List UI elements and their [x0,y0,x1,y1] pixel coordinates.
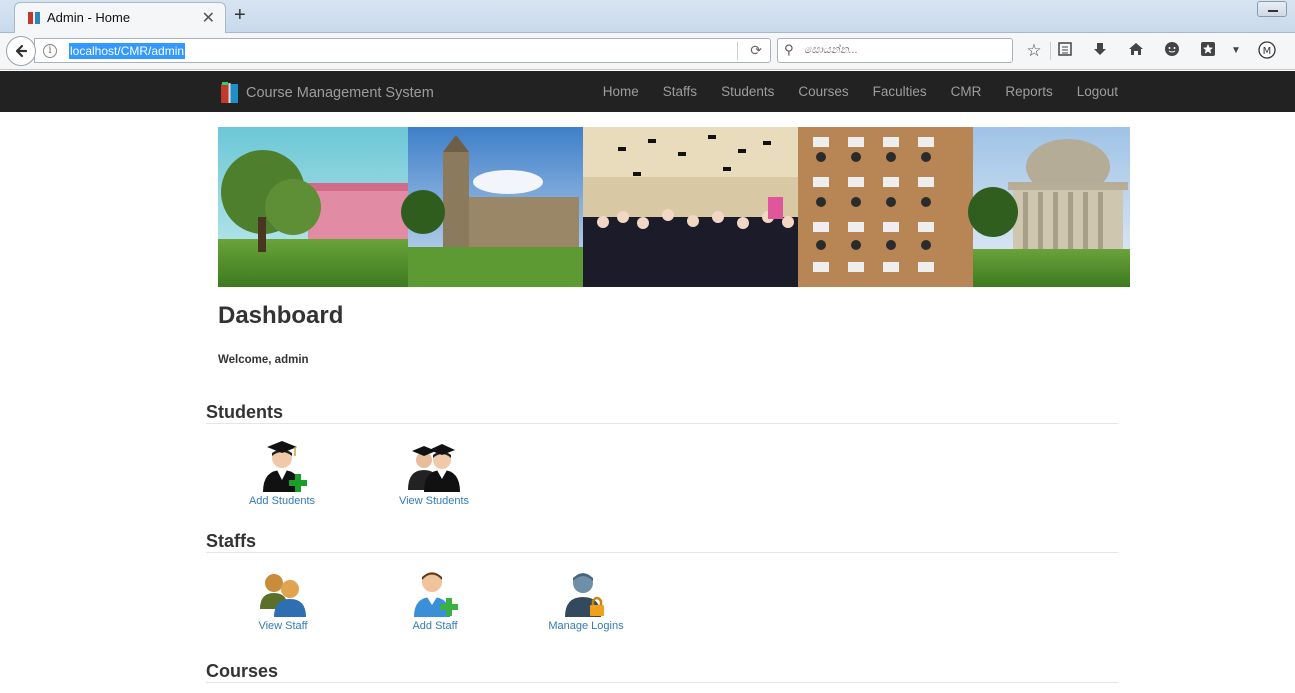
tile-label[interactable]: View Students [379,495,489,507]
nav-home[interactable]: Home [591,71,651,112]
nav-courses[interactable]: Courses [786,71,860,112]
search-placeholder: සොයන්න... [804,44,858,56]
add-student-icon [263,441,307,492]
section-divider [206,682,1118,683]
site-navbar: Course Management System Home Staffs Stu… [0,71,1295,112]
back-button[interactable] [6,36,36,66]
nav-students[interactable]: Students [709,71,786,112]
browser-toolbar: i localhost/CMR/admin ⟳ ⚲ සොයන්න... ☆ ▼ … [0,33,1295,70]
section-title-courses: Courses [206,661,279,681]
tile-view-staff[interactable]: View Staff [228,569,338,632]
browser-tab-strip: Admin - Home ✕ + [0,0,1295,33]
brand-title: Course Management System [246,85,434,101]
nav-faculties[interactable]: Faculties [861,71,939,112]
search-bar[interactable]: ⚲ සොයන්න... [777,38,1013,63]
view-students-icon [408,444,460,492]
addon-icon[interactable] [1198,41,1218,61]
tile-manage-logins[interactable]: Manage Logins [531,569,641,632]
svg-text:M: M [1263,46,1272,57]
tile-label[interactable]: Add Students [227,495,337,507]
section-divider [206,552,1118,553]
nav-logout[interactable]: Logout [1065,71,1130,112]
section-title-students: Students [206,402,284,422]
view-staff-icon [260,574,306,617]
site-favicon-icon [28,12,40,24]
new-tab-icon[interactable]: + [234,4,246,27]
reading-list-icon[interactable] [1055,41,1075,61]
close-tab-icon[interactable]: ✕ [202,8,215,28]
tile-label[interactable]: View Staff [228,620,338,632]
brand-link[interactable]: Course Management System [220,82,434,104]
site-info-icon[interactable]: i [43,44,57,58]
manage-logins-icon [565,573,604,617]
toolbar-separator [1050,42,1051,60]
address-bar[interactable]: i localhost/CMR/admin ⟳ [34,38,771,63]
browser-tab-active[interactable]: Admin - Home ✕ [14,2,226,33]
chat-icon[interactable] [1162,41,1182,61]
nav-cmr[interactable]: CMR [939,71,994,112]
home-icon[interactable] [1126,41,1146,61]
campus-banner-image [218,127,1130,287]
url-text[interactable]: localhost/CMR/admin [69,43,186,59]
section-title-staffs: Staffs [206,531,257,551]
bookmark-star-icon[interactable]: ☆ [1024,41,1044,61]
main-nav: Home Staffs Students Courses Faculties C… [591,71,1130,112]
page-title: Dashboard [218,302,344,329]
search-icon: ⚲ [784,42,794,57]
back-arrow-icon [15,44,28,58]
tile-label[interactable]: Manage Logins [531,620,641,632]
download-icon[interactable] [1090,41,1110,61]
book-logo-icon [221,82,238,103]
tile-add-students[interactable]: Add Students [227,440,337,507]
url-separator [737,42,738,60]
tab-title: Admin - Home [47,10,131,25]
profile-icon[interactable]: M [1257,41,1277,61]
add-staff-icon [414,572,458,617]
tile-add-staff[interactable]: Add Staff [380,569,490,632]
nav-staffs[interactable]: Staffs [651,71,709,112]
section-divider [206,423,1118,424]
welcome-message: Welcome, admin [218,354,309,366]
window-minimize-button[interactable] [1257,1,1287,17]
reload-icon[interactable]: ⟳ [750,42,762,59]
nav-reports[interactable]: Reports [993,71,1064,112]
menu-dropdown-icon[interactable]: ▼ [1226,41,1246,61]
tile-label[interactable]: Add Staff [380,620,490,632]
tile-view-students[interactable]: View Students [379,440,489,507]
